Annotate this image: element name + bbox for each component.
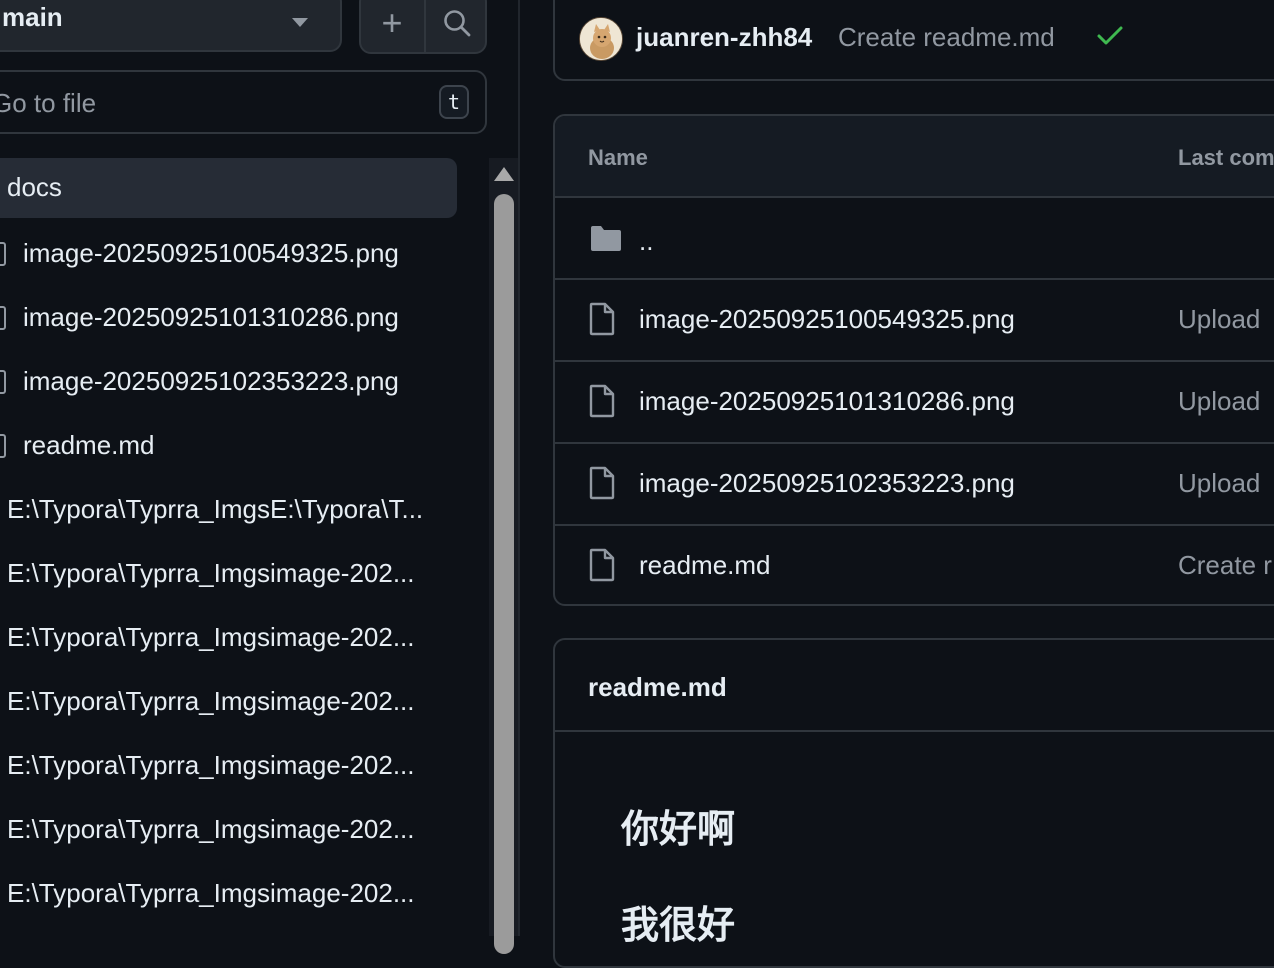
tree-item-label: image-20250925100549325.png — [23, 238, 399, 268]
branch-label: main — [2, 2, 63, 32]
file-icon — [0, 306, 6, 330]
column-header-last-commit: Last com — [1178, 145, 1274, 170]
readme-heading: 我很好 — [621, 905, 736, 947]
chevron-down-icon — [292, 18, 308, 27]
tree-item-label: docs — [7, 172, 62, 202]
readme-panel: readme.md 你好啊 我很好 — [553, 638, 1274, 968]
file-name-link[interactable]: readme.md — [639, 550, 771, 581]
tree-item-label: E:\Typora\Typrra_Imgsimage-202... — [7, 622, 415, 652]
tree-item-folder[interactable]: E:\Typora\Typrra_ImgsE:\Typora\T... — [0, 480, 460, 540]
tree-item-folder[interactable]: E:\Typora\Typrra_Imgsimage-202... — [0, 736, 460, 796]
file-table-header: Name Last com — [555, 116, 1274, 198]
tree-item-label: E:\Typora\Typrra_Imgsimage-202... — [7, 558, 415, 588]
file-icon — [589, 466, 615, 500]
file-table: Name Last com .. image-20250925100549325… — [553, 114, 1274, 606]
check-icon[interactable] — [1096, 24, 1124, 48]
file-commit-message[interactable]: Upload — [1178, 468, 1260, 499]
tree-item-folder[interactable]: E:\Typora\Typrra_Imgsimage-202... — [0, 864, 460, 924]
parent-dir-link[interactable]: .. — [639, 226, 653, 257]
file-icon — [0, 242, 6, 266]
tree-item-label: image-20250925101310286.png — [23, 302, 399, 332]
table-row[interactable]: image-20250925101310286.png Upload — [555, 362, 1274, 444]
scroll-up-arrow-icon[interactable] — [494, 167, 514, 181]
file-icon — [589, 302, 615, 336]
goto-file-input[interactable]: Go to file t — [0, 70, 487, 134]
file-icon — [589, 548, 615, 582]
tree-item-label: E:\Typora\Typrra_Imgsimage-202... — [7, 686, 415, 716]
plus-icon: + — [381, 2, 403, 43]
tree-item-label: E:\Typora\Typrra_Imgsimage-202... — [7, 878, 415, 908]
tree-actions: + — [359, 0, 487, 54]
file-name-link[interactable]: image-20250925101310286.png — [639, 386, 1015, 417]
table-row[interactable]: readme.md Create r — [555, 526, 1274, 604]
readme-header: readme.md — [555, 640, 1274, 732]
search-button[interactable] — [426, 0, 485, 52]
tree-item-label: readme.md — [23, 430, 155, 460]
commit-author-link[interactable]: juanren-zhh84 — [636, 22, 812, 53]
tree-item-folder[interactable]: E:\Typora\Typrra_Imgsimage-202... — [0, 800, 460, 860]
file-icon — [0, 434, 6, 458]
tree-item-label: E:\Typora\Typrra_Imgsimage-202... — [7, 750, 415, 780]
file-icon — [0, 370, 6, 394]
goto-file-placeholder: Go to file — [0, 88, 97, 118]
tree-item-label: E:\Typora\Typrra_Imgsimage-202... — [7, 814, 415, 844]
tree-item-folder[interactable]: E:\Typora\Typrra_Imgsimage-202... — [0, 608, 460, 668]
shortcut-key-badge: t — [439, 85, 469, 119]
add-file-button[interactable]: + — [361, 0, 423, 52]
tree-item-file[interactable]: image-20250925101310286.png — [0, 288, 460, 348]
file-tree-panel: main + Go to file t docs image-202509251… — [0, 0, 520, 954]
file-commit-message[interactable]: Create r — [1178, 550, 1272, 581]
folder-icon — [591, 226, 621, 251]
commit-message-link[interactable]: Create readme.md — [838, 22, 1055, 53]
table-row[interactable]: image-20250925100549325.png Upload — [555, 280, 1274, 362]
readme-heading: 你好啊 — [621, 809, 736, 851]
avatar-cat-icon — [580, 18, 622, 60]
tree-item-label: image-20250925102353223.png — [23, 366, 399, 396]
panel-divider — [518, 0, 520, 936]
tree-item-folder[interactable]: E:\Typora\Typrra_Imgsimage-202... — [0, 544, 460, 604]
readme-title-link[interactable]: readme.md — [588, 672, 727, 703]
table-row-parent-dir[interactable]: .. — [555, 198, 1274, 280]
table-row[interactable]: image-20250925102353223.png Upload — [555, 444, 1274, 526]
file-icon — [589, 384, 615, 418]
tree-item-file[interactable]: image-20250925100549325.png — [0, 224, 460, 284]
file-commit-message[interactable]: Upload — [1178, 386, 1260, 417]
file-name-link[interactable]: image-20250925102353223.png — [639, 468, 1015, 499]
tree-item-label: E:\Typora\Typrra_ImgsE:\Typora\T... — [7, 494, 424, 524]
branch-selector[interactable]: main — [0, 0, 342, 52]
column-header-name: Name — [588, 145, 648, 170]
search-icon — [444, 10, 471, 37]
tree-item-docs[interactable]: docs — [0, 158, 457, 218]
tree-item-file[interactable]: readme.md — [0, 416, 460, 476]
tree-item-file[interactable]: image-20250925102353223.png — [0, 352, 460, 412]
tree-item-folder[interactable]: E:\Typora\Typrra_Imgsimage-202... — [0, 672, 460, 732]
file-commit-message[interactable]: Upload — [1178, 304, 1260, 335]
scrollbar-thumb[interactable] — [494, 194, 514, 954]
file-name-link[interactable]: image-20250925100549325.png — [639, 304, 1015, 335]
avatar[interactable] — [579, 17, 623, 61]
